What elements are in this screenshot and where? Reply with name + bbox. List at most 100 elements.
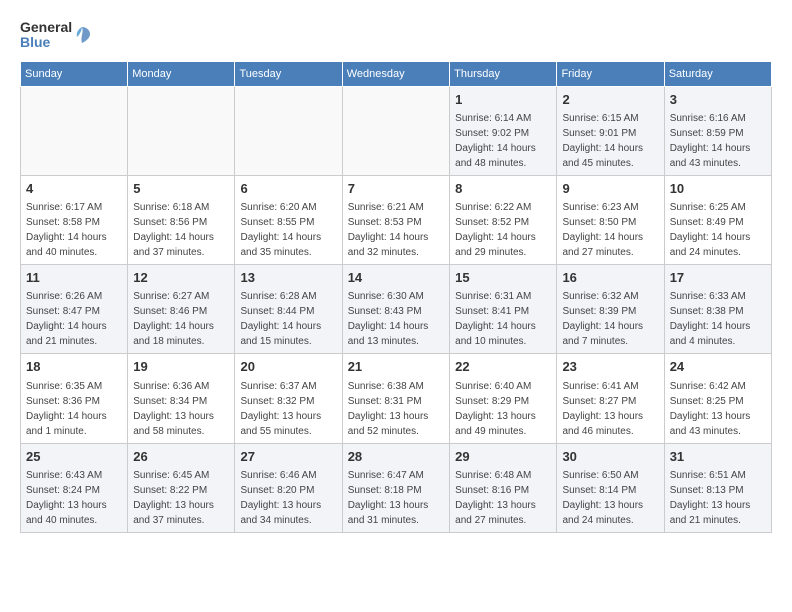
day-info: Sunrise: 6:42 AM Sunset: 8:25 PM Dayligh… <box>670 379 766 439</box>
calendar-cell: 13 Sunrise: 6:28 AM Sunset: 8:44 PM Dayli… <box>235 265 342 354</box>
day-info: Sunrise: 6:21 AM Sunset: 8:53 PM Dayligh… <box>348 200 444 260</box>
day-number: 13 <box>240 269 336 287</box>
day-info: Sunrise: 6:16 AM Sunset: 8:59 PM Dayligh… <box>670 111 766 171</box>
day-number: 5 <box>133 180 229 198</box>
weekday-header: Wednesday <box>342 61 449 86</box>
page-header: General Blue <box>20 20 772 51</box>
calendar: SundayMondayTuesdayWednesdayThursdayFrid… <box>20 61 772 533</box>
day-info: Sunrise: 6:45 AM Sunset: 8:22 PM Dayligh… <box>133 468 229 528</box>
day-info: Sunrise: 6:40 AM Sunset: 8:29 PM Dayligh… <box>455 379 551 439</box>
day-number: 17 <box>670 269 766 287</box>
calendar-cell: 30Sunrise: 6:50 AM Sunset: 8:14 PM Dayli… <box>557 443 664 532</box>
calendar-cell: 2Sunrise: 6:15 AM Sunset: 9:01 PM Daylig… <box>557 86 664 175</box>
calendar-cell: 18 Sunrise: 6:35 AM Sunset: 8:36 PM Dayli… <box>21 354 128 443</box>
day-number: 16 <box>562 269 658 287</box>
calendar-cell: 12 Sunrise: 6:27 AM Sunset: 8:46 PM Dayli… <box>128 265 235 354</box>
day-number: 21 <box>348 358 444 376</box>
logo-graphic: General Blue <box>20 20 92 51</box>
calendar-cell: 24 Sunrise: 6:42 AM Sunset: 8:25 PM Dayli… <box>664 354 771 443</box>
calendar-cell <box>342 86 449 175</box>
day-number: 18 <box>26 358 122 376</box>
weekday-header: Sunday <box>21 61 128 86</box>
calendar-week-row: 4Sunrise: 6:17 AM Sunset: 8:58 PM Daylig… <box>21 175 772 264</box>
calendar-cell: 1 Sunrise: 6:14 AM Sunset: 9:02 PM Daylig… <box>450 86 557 175</box>
calendar-cell: 5 Sunrise: 6:18 AM Sunset: 8:56 PM Daylig… <box>128 175 235 264</box>
day-info: Sunrise: 6:27 AM Sunset: 8:46 PM Dayligh… <box>133 289 229 349</box>
day-number: 25 <box>26 448 122 466</box>
calendar-cell: 7 Sunrise: 6:21 AM Sunset: 8:53 PM Daylig… <box>342 175 449 264</box>
day-number: 8 <box>455 180 551 198</box>
day-info: Sunrise: 6:47 AM Sunset: 8:18 PM Dayligh… <box>348 468 444 528</box>
day-number: 9 <box>562 180 658 198</box>
calendar-cell <box>128 86 235 175</box>
day-number: 6 <box>240 180 336 198</box>
day-number: 27 <box>240 448 336 466</box>
calendar-cell: 21 Sunrise: 6:38 AM Sunset: 8:31 PM Dayli… <box>342 354 449 443</box>
day-info: Sunrise: 6:28 AM Sunset: 8:44 PM Dayligh… <box>240 289 336 349</box>
day-number: 20 <box>240 358 336 376</box>
day-info: Sunrise: 6:38 AM Sunset: 8:31 PM Dayligh… <box>348 379 444 439</box>
day-info: Sunrise: 6:23 AM Sunset: 8:50 PM Dayligh… <box>562 200 658 260</box>
calendar-cell: 4Sunrise: 6:17 AM Sunset: 8:58 PM Daylig… <box>21 175 128 264</box>
day-info: Sunrise: 6:26 AM Sunset: 8:47 PM Dayligh… <box>26 289 122 349</box>
day-info: Sunrise: 6:20 AM Sunset: 8:55 PM Dayligh… <box>240 200 336 260</box>
calendar-cell: 27 Sunrise: 6:46 AM Sunset: 8:20 PM Dayli… <box>235 443 342 532</box>
day-info: Sunrise: 6:46 AM Sunset: 8:20 PM Dayligh… <box>240 468 336 528</box>
calendar-cell: 31Sunrise: 6:51 AM Sunset: 8:13 PM Dayli… <box>664 443 771 532</box>
weekday-header: Saturday <box>664 61 771 86</box>
calendar-cell: 25 Sunrise: 6:43 AM Sunset: 8:24 PM Dayli… <box>21 443 128 532</box>
day-info: Sunrise: 6:48 AM Sunset: 8:16 PM Dayligh… <box>455 468 551 528</box>
calendar-week-row: 18 Sunrise: 6:35 AM Sunset: 8:36 PM Dayli… <box>21 354 772 443</box>
day-info: Sunrise: 6:33 AM Sunset: 8:38 PM Dayligh… <box>670 289 766 349</box>
weekday-header: Tuesday <box>235 61 342 86</box>
calendar-week-row: 25 Sunrise: 6:43 AM Sunset: 8:24 PM Dayli… <box>21 443 772 532</box>
day-info: Sunrise: 6:18 AM Sunset: 8:56 PM Dayligh… <box>133 200 229 260</box>
day-number: 3 <box>670 91 766 109</box>
day-number: 19 <box>133 358 229 376</box>
day-info: Sunrise: 6:41 AM Sunset: 8:27 PM Dayligh… <box>562 379 658 439</box>
day-number: 29 <box>455 448 551 466</box>
day-info: Sunrise: 6:32 AM Sunset: 8:39 PM Dayligh… <box>562 289 658 349</box>
day-info: Sunrise: 6:37 AM Sunset: 8:32 PM Dayligh… <box>240 379 336 439</box>
calendar-cell: 17 Sunrise: 6:33 AM Sunset: 8:38 PM Dayli… <box>664 265 771 354</box>
day-number: 15 <box>455 269 551 287</box>
weekday-header: Monday <box>128 61 235 86</box>
day-info: Sunrise: 6:22 AM Sunset: 8:52 PM Dayligh… <box>455 200 551 260</box>
day-number: 1 <box>455 91 551 109</box>
day-number: 24 <box>670 358 766 376</box>
logo-bird-icon <box>72 25 92 45</box>
calendar-cell: 28 Sunrise: 6:47 AM Sunset: 8:18 PM Dayli… <box>342 443 449 532</box>
calendar-cell: 9 Sunrise: 6:23 AM Sunset: 8:50 PM Daylig… <box>557 175 664 264</box>
calendar-cell: 8 Sunrise: 6:22 AM Sunset: 8:52 PM Daylig… <box>450 175 557 264</box>
calendar-week-row: 11 Sunrise: 6:26 AM Sunset: 8:47 PM Dayli… <box>21 265 772 354</box>
day-number: 28 <box>348 448 444 466</box>
day-info: Sunrise: 6:36 AM Sunset: 8:34 PM Dayligh… <box>133 379 229 439</box>
day-info: Sunrise: 6:25 AM Sunset: 8:49 PM Dayligh… <box>670 200 766 260</box>
calendar-cell: 15 Sunrise: 6:31 AM Sunset: 8:41 PM Dayli… <box>450 265 557 354</box>
day-number: 23 <box>562 358 658 376</box>
calendar-cell: 3 Sunrise: 6:16 AM Sunset: 8:59 PM Daylig… <box>664 86 771 175</box>
day-info: Sunrise: 6:35 AM Sunset: 8:36 PM Dayligh… <box>26 379 122 439</box>
calendar-cell: 29 Sunrise: 6:48 AM Sunset: 8:16 PM Dayli… <box>450 443 557 532</box>
day-info: Sunrise: 6:17 AM Sunset: 8:58 PM Dayligh… <box>26 200 122 260</box>
logo-text-blue: Blue <box>20 35 70 50</box>
day-number: 31 <box>670 448 766 466</box>
calendar-cell: 26 Sunrise: 6:45 AM Sunset: 8:22 PM Dayli… <box>128 443 235 532</box>
day-info: Sunrise: 6:31 AM Sunset: 8:41 PM Dayligh… <box>455 289 551 349</box>
calendar-cell: 10Sunrise: 6:25 AM Sunset: 8:49 PM Dayli… <box>664 175 771 264</box>
day-number: 12 <box>133 269 229 287</box>
day-number: 7 <box>348 180 444 198</box>
day-info: Sunrise: 6:43 AM Sunset: 8:24 PM Dayligh… <box>26 468 122 528</box>
calendar-cell: 20 Sunrise: 6:37 AM Sunset: 8:32 PM Dayli… <box>235 354 342 443</box>
calendar-cell <box>21 86 128 175</box>
weekday-header: Friday <box>557 61 664 86</box>
calendar-cell: 6 Sunrise: 6:20 AM Sunset: 8:55 PM Daylig… <box>235 175 342 264</box>
day-number: 11 <box>26 269 122 287</box>
day-info: Sunrise: 6:14 AM Sunset: 9:02 PM Dayligh… <box>455 111 551 171</box>
day-number: 30 <box>562 448 658 466</box>
logo-text-general: General <box>20 20 70 35</box>
calendar-cell: 11 Sunrise: 6:26 AM Sunset: 8:47 PM Dayli… <box>21 265 128 354</box>
calendar-cell: 19 Sunrise: 6:36 AM Sunset: 8:34 PM Dayli… <box>128 354 235 443</box>
day-number: 14 <box>348 269 444 287</box>
day-number: 26 <box>133 448 229 466</box>
